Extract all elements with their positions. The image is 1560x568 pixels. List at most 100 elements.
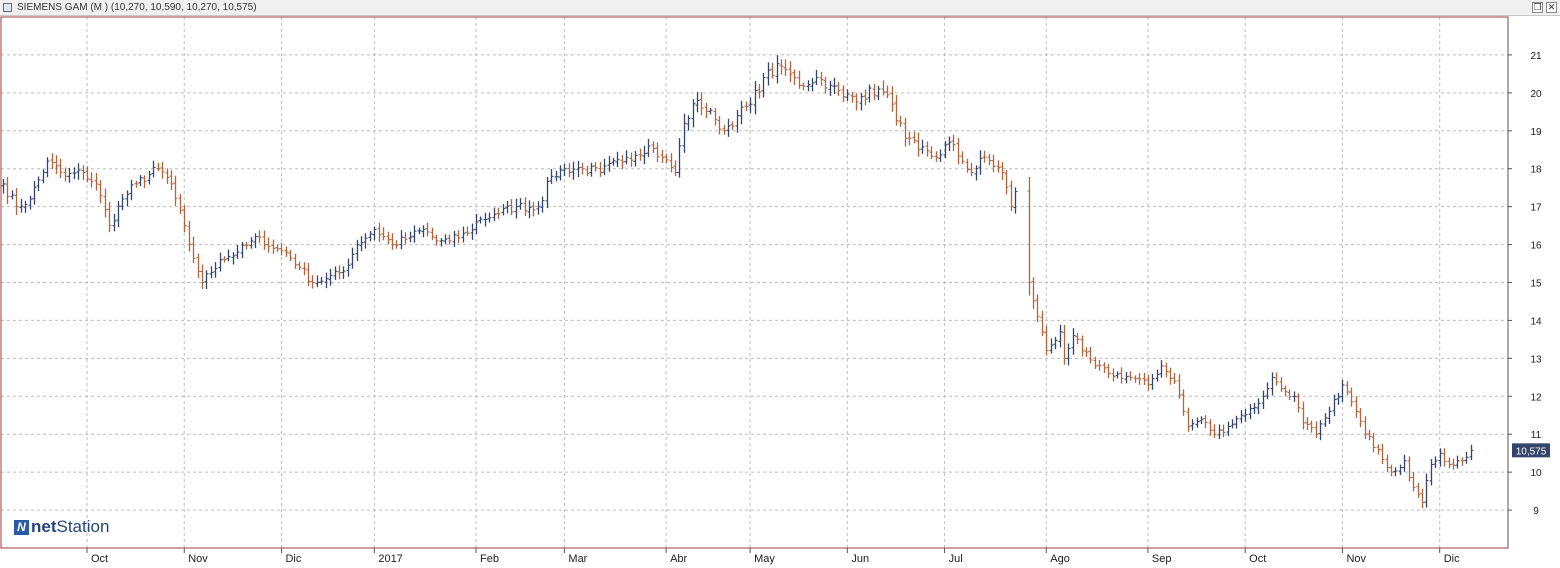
ohlc-bar	[1327, 406, 1332, 424]
ohlc-bar	[425, 222, 430, 237]
ohlc-bar	[1411, 471, 1416, 492]
x-tick-label: Jun	[851, 553, 869, 565]
ohlc-bar	[615, 151, 620, 168]
ohlc-bar	[531, 202, 536, 217]
ohlc-bar	[138, 174, 143, 187]
ohlc-bar	[169, 170, 174, 191]
ohlc-bar	[545, 176, 550, 209]
ohlc-bar	[1013, 187, 1018, 214]
ohlc-bar	[310, 274, 315, 289]
ohlc-bar	[934, 151, 939, 162]
ohlc-bar	[1217, 424, 1222, 440]
ohlc-bar	[125, 190, 130, 207]
ohlc-bar	[1314, 421, 1319, 438]
ohlc-bar	[178, 194, 183, 215]
ohlc-bar	[279, 242, 284, 256]
ohlc-bar	[788, 61, 793, 83]
ohlc-bar	[19, 198, 24, 213]
ohlc-bar	[536, 201, 541, 215]
ohlc-bar	[204, 270, 209, 290]
ohlc-bar	[801, 82, 806, 91]
ohlc-bar	[1040, 310, 1045, 337]
ohlc-bar	[319, 277, 324, 285]
restore-button[interactable]: ❐	[1532, 2, 1543, 13]
ohlc-bar	[611, 157, 616, 166]
ohlc-bar	[903, 117, 908, 147]
ohlc-bar	[196, 253, 201, 279]
ohlc-bar	[284, 246, 289, 257]
ohlc-bar	[1115, 371, 1120, 379]
ohlc-bar	[779, 59, 784, 75]
y-tick-label: 16	[1530, 241, 1542, 252]
ohlc-bar	[974, 165, 979, 181]
ohlc-bar	[757, 84, 762, 99]
ohlc-bar	[1230, 419, 1235, 429]
ohlc-bar	[518, 198, 523, 210]
ohlc-bar	[1208, 419, 1213, 436]
close-button[interactable]: ✕	[1546, 2, 1557, 13]
ohlc-bar	[925, 141, 930, 157]
ohlc-bar	[470, 223, 475, 240]
ohlc-bar	[381, 227, 386, 241]
ohlc-bar	[1111, 368, 1116, 382]
ohlc-bar	[832, 77, 837, 94]
netstation-logo-net: net	[31, 517, 57, 536]
ohlc-bar	[1416, 483, 1421, 498]
ohlc-bar	[447, 234, 452, 245]
ohlc-bar	[761, 72, 766, 98]
ohlc-bar	[1102, 362, 1107, 373]
netstation-logo-mark: N	[14, 519, 29, 535]
ohlc-bar	[421, 225, 426, 238]
ohlc-bar	[730, 121, 735, 131]
ohlc-bar	[209, 266, 214, 279]
ohlc-bar	[753, 81, 758, 115]
ohlc-bar	[399, 230, 404, 250]
ohlc-bar	[160, 161, 165, 179]
ohlc-bar	[890, 86, 895, 112]
ohlc-bar	[1460, 457, 1465, 466]
ohlc-bar	[103, 188, 108, 218]
ohlc-bar	[770, 62, 775, 79]
ohlc-bar	[872, 84, 877, 101]
ohlc-bar	[337, 265, 342, 280]
ohlc-bar	[969, 163, 974, 177]
ohlc-bar	[253, 233, 258, 249]
ohlc-bar	[1124, 372, 1129, 384]
ohlc-bar	[558, 165, 563, 181]
ohlc-bar	[1380, 443, 1385, 464]
y-tick-label: 9	[1533, 506, 1539, 517]
ohlc-bar	[1393, 467, 1398, 477]
ohlc-chart[interactable]: 9 10 11 12 13 14 15 16 17 18 19 20 21 Oct Nov Dic 2017 F…	[0, 16, 1560, 568]
ohlc-bar	[1133, 375, 1138, 383]
ohlc-bar	[867, 84, 872, 103]
y-tick-label: 13	[1530, 354, 1542, 365]
ohlc-bar	[1309, 420, 1314, 433]
ohlc-bar	[527, 200, 532, 219]
ohlc-bar	[514, 198, 519, 219]
ohlc-bar	[1044, 325, 1049, 356]
ohlc-bar	[390, 233, 395, 250]
ohlc-bar	[1433, 456, 1438, 468]
ohlc-bar	[699, 92, 704, 116]
ohlc-bar	[894, 94, 899, 126]
ohlc-bar	[134, 180, 139, 188]
ohlc-bar	[691, 99, 696, 128]
y-tick-label: 15	[1530, 279, 1542, 290]
ohlc-bar	[938, 149, 943, 162]
y-tick-label: 17	[1530, 203, 1542, 214]
ohlc-bar	[94, 173, 99, 191]
ohlc-bar	[28, 195, 33, 210]
ohlc-bar	[571, 161, 576, 180]
ohlc-bar	[854, 93, 859, 111]
window-chart-icon	[3, 3, 12, 12]
ohlc-bar	[492, 207, 497, 222]
ohlc-bar	[487, 212, 492, 223]
ohlc-bar	[1164, 362, 1169, 378]
ohlc-bar	[412, 225, 417, 243]
ohlc-bar	[845, 89, 850, 101]
ohlc-bar	[1150, 373, 1155, 390]
y-tick-label: 10	[1530, 468, 1542, 479]
ohlc-bar	[1177, 374, 1182, 399]
ohlc-bar	[638, 148, 643, 161]
ohlc-bar	[333, 266, 338, 280]
